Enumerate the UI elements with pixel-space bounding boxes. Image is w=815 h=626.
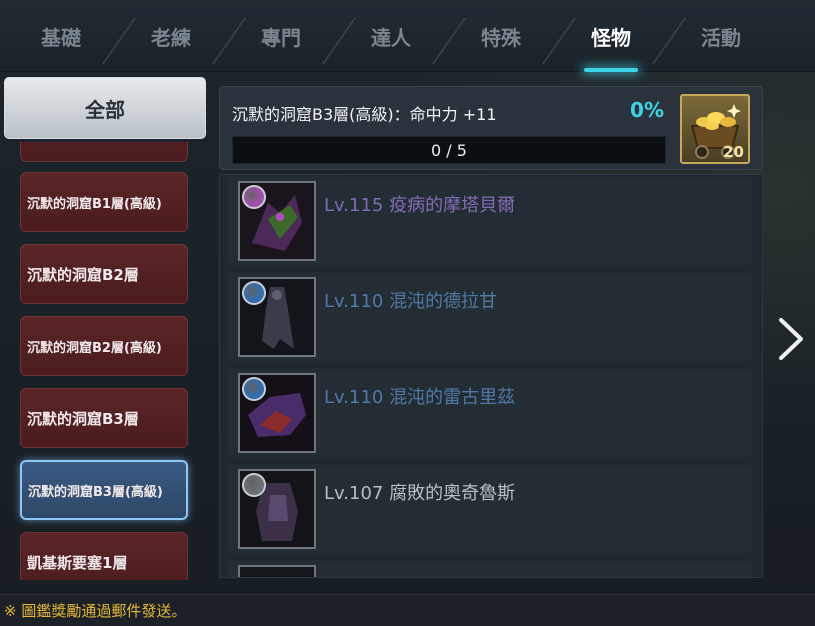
grade-gem-icon xyxy=(242,185,266,209)
category-item[interactable]: 沉默的洞窟B2層(高級) xyxy=(20,316,188,376)
tab-expert[interactable]: 專門 xyxy=(226,0,336,72)
category-label: 沉默的洞窟B3層 xyxy=(27,409,139,428)
category-label: 沉默的洞窟B2層(高級) xyxy=(27,340,162,356)
grade-gem-icon xyxy=(242,377,266,401)
chevron-right-icon[interactable] xyxy=(775,316,807,362)
tab-basic[interactable]: 基礎 xyxy=(6,0,116,72)
category-label: 沉默的洞窟B1層(高級) xyxy=(27,196,162,212)
tab-veteran[interactable]: 老練 xyxy=(116,0,226,72)
category-tab-bar: 基礎 老練 專門 達人 特殊 怪物 活動 xyxy=(0,0,815,72)
monster-row-partial[interactable] xyxy=(228,561,752,577)
monster-portrait xyxy=(238,277,316,357)
monster-name: Lv.115 疫病的摩塔貝爾 xyxy=(324,195,516,216)
all-filter-label: 全部 xyxy=(85,97,125,122)
reward-item[interactable]: 20 xyxy=(680,94,750,164)
tab-label: 活動 xyxy=(701,25,741,50)
tab-master[interactable]: 達人 xyxy=(336,0,446,72)
grade-gem-icon xyxy=(242,473,266,497)
category-label: 凱基斯要塞1層 xyxy=(27,553,128,572)
progress-text: 0 / 5 xyxy=(431,140,467,160)
all-filter-button[interactable]: 全部 xyxy=(4,77,206,139)
collection-title: 沉默的洞窟B3層(高級)：命中力 +11 xyxy=(232,105,497,124)
tab-label: 專門 xyxy=(261,25,301,50)
tab-special[interactable]: 特殊 xyxy=(446,0,556,72)
monster-name: Lv.110 混沌的德拉甘 xyxy=(324,291,498,312)
monster-row[interactable]: Lv.107 腐敗的奧奇魯斯 xyxy=(228,465,752,553)
tab-event[interactable]: 活動 xyxy=(666,0,776,72)
reward-count: 20 xyxy=(723,143,744,161)
tab-label: 特殊 xyxy=(481,25,521,50)
collection-progress-bar: 0 / 5 xyxy=(232,136,666,164)
footer-notice: ※ 圖鑑獎勵通過郵件發送。 xyxy=(0,594,815,626)
monster-name: Lv.107 腐敗的奧奇魯斯 xyxy=(324,483,516,504)
footer-notice-text: ※ 圖鑑獎勵通過郵件發送。 xyxy=(4,602,187,620)
collection-summary-card: 沉默的洞窟B3層(高級)：命中力 +11 0% 0 / 5 20 xyxy=(219,86,763,170)
category-item[interactable]: 凱基斯要塞1層 xyxy=(20,532,188,580)
monster-row[interactable]: Lv.110 混沌的德拉甘 xyxy=(228,273,752,361)
category-item[interactable]: 沉默的洞窟B2層 xyxy=(20,244,188,304)
tab-label: 老練 xyxy=(151,25,191,50)
monster-name: Lv.110 混沌的雷古里茲 xyxy=(324,387,516,408)
grade-gem-icon xyxy=(242,281,266,305)
category-label: 沉默的洞窟B3層(高級) xyxy=(28,484,163,500)
category-label: 沉默的洞窟B2層 xyxy=(27,265,139,284)
area-category-list[interactable]: 沉默的洞窟B1層(高級) 沉默的洞窟B2層 沉默的洞窟B2層(高級) 沉默的洞窟… xyxy=(0,142,212,580)
category-item-selected[interactable]: 沉默的洞窟B3層(高級) xyxy=(20,460,188,520)
monster-portrait xyxy=(238,181,316,261)
tab-label: 達人 xyxy=(371,25,411,50)
monster-portrait xyxy=(238,373,316,453)
category-item[interactable]: 沉默的洞窟B1層(高級) xyxy=(20,172,188,232)
collection-percent: 0% xyxy=(630,98,664,122)
monster-row[interactable]: Lv.115 疫病的摩塔貝爾 xyxy=(228,177,752,265)
tab-label: 基礎 xyxy=(41,25,81,50)
monster-list[interactable]: Lv.115 疫病的摩塔貝爾 Lv.110 混沌的德拉甘 Lv.110 混沌的雷… xyxy=(219,174,763,578)
category-item[interactable]: 沉默的洞窟B3層 xyxy=(20,388,188,448)
monster-portrait xyxy=(238,469,316,549)
tab-monster[interactable]: 怪物 xyxy=(556,0,666,72)
category-item[interactable] xyxy=(20,142,188,162)
active-tab-indicator xyxy=(584,68,638,72)
monster-row[interactable]: Lv.110 混沌的雷古里茲 xyxy=(228,369,752,457)
monster-portrait xyxy=(238,565,316,577)
tab-label: 怪物 xyxy=(591,25,631,50)
